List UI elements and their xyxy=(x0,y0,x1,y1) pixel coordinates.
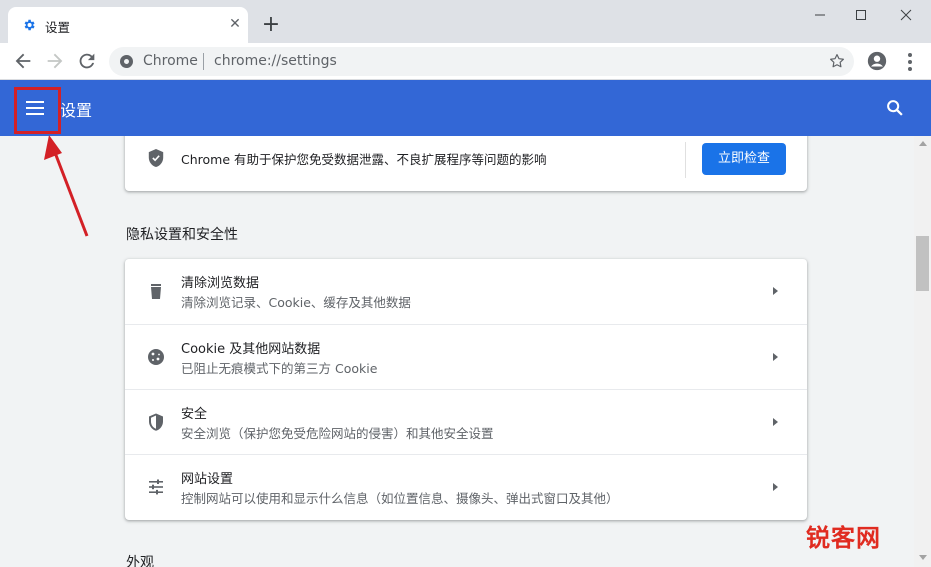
scrollbar-thumb[interactable] xyxy=(916,236,929,291)
list-item-title: 安全 xyxy=(181,407,208,422)
shield-icon xyxy=(149,413,163,431)
list-item-subtitle: 控制网站可以使用和显示什么信息（如位置信息、摄像头、弹出式窗口及其他） xyxy=(181,491,619,506)
chevron-right-icon xyxy=(773,483,778,491)
site-info-icon[interactable] xyxy=(120,55,133,68)
tab-settings[interactable]: 设置 ✕ xyxy=(8,7,248,43)
safety-check-text: Chrome 有助于保护您免受数据泄露、不良扩展程序等问题的影响 xyxy=(181,152,547,167)
omnibox-divider xyxy=(203,53,204,70)
minimize-icon[interactable] xyxy=(809,6,831,24)
list-item-subtitle: 已阻止无痕模式下的第三方 Cookie xyxy=(181,361,378,376)
tab-title: 设置 xyxy=(45,20,71,35)
back-arrow-icon[interactable] xyxy=(12,50,34,72)
profile-avatar-icon[interactable] xyxy=(866,50,888,72)
forward-arrow-icon[interactable] xyxy=(44,50,66,72)
reload-icon[interactable] xyxy=(76,50,98,72)
scroll-up-arrow-icon[interactable] xyxy=(919,141,927,146)
list-item-subtitle: 清除浏览记录、Cookie、缓存及其他数据 xyxy=(181,295,411,310)
more-menu-icon[interactable] xyxy=(902,51,918,73)
list-item-title: 清除浏览数据 xyxy=(181,276,260,291)
list-item-site-settings[interactable]: 网站设置 控制网站可以使用和显示什么信息（如位置信息、摄像头、弹出式窗口及其他） xyxy=(125,454,807,519)
list-item-cookies[interactable]: Cookie 及其他网站数据 已阻止无痕模式下的第三方 Cookie xyxy=(125,324,807,389)
close-window-icon[interactable] xyxy=(895,6,917,24)
menu-highlight-box xyxy=(14,87,61,134)
watermark-logo: 锐客网 xyxy=(806,524,881,552)
site-label: Chrome xyxy=(143,53,198,69)
tune-icon xyxy=(149,479,163,495)
appearance-section-title: 外观 xyxy=(126,555,154,567)
tab-strip: 设置 ✕ + xyxy=(0,0,931,43)
trash-icon xyxy=(151,284,161,299)
list-item-title: 网站设置 xyxy=(181,472,234,487)
url-text[interactable]: chrome://settings xyxy=(214,53,337,69)
privacy-card: 清除浏览数据 清除浏览记录、Cookie、缓存及其他数据 Cookie 及其他网… xyxy=(125,259,807,520)
privacy-section-title: 隐私设置和安全性 xyxy=(126,227,238,243)
check-now-button[interactable]: 立即检查 xyxy=(702,143,786,175)
safety-check-card: Chrome 有助于保护您免受数据泄露、不良扩展程序等问题的影响 立即检查 xyxy=(125,136,807,191)
page-title: 设置 xyxy=(60,101,93,120)
annotation-arrow-icon xyxy=(44,135,89,237)
chevron-right-icon xyxy=(773,353,778,361)
safety-check-divider xyxy=(685,142,686,178)
scrollbar[interactable] xyxy=(914,136,931,567)
shield-check-icon xyxy=(148,149,164,167)
list-item-title: Cookie 及其他网站数据 xyxy=(181,342,321,357)
list-item-subtitle: 安全浏览（保护您免受危险网站的侵害）和其他安全设置 xyxy=(181,426,494,441)
settings-content: Chrome 有助于保护您免受数据泄露、不良扩展程序等问题的影响 立即检查 隐私… xyxy=(0,136,914,567)
chevron-right-icon xyxy=(773,418,778,426)
tab-close-icon[interactable]: ✕ xyxy=(226,15,244,33)
list-item-security[interactable]: 安全 安全浏览（保护您免受危险网站的侵害）和其他安全设置 xyxy=(125,389,807,454)
bookmark-star-icon[interactable] xyxy=(828,52,846,70)
new-tab-button[interactable]: + xyxy=(258,13,284,39)
browser-toolbar: Chrome chrome://settings xyxy=(0,43,931,80)
settings-header: 设置 xyxy=(0,80,931,136)
list-item-clear-browsing-data[interactable]: 清除浏览数据 清除浏览记录、Cookie、缓存及其他数据 xyxy=(125,259,807,324)
scroll-down-arrow-icon[interactable] xyxy=(919,555,927,560)
address-bar[interactable]: Chrome chrome://settings xyxy=(109,47,854,76)
maximize-icon[interactable] xyxy=(850,6,872,24)
gear-icon xyxy=(24,19,35,31)
chevron-right-icon xyxy=(773,287,778,295)
cookie-icon xyxy=(148,349,164,365)
search-icon[interactable] xyxy=(884,97,906,119)
